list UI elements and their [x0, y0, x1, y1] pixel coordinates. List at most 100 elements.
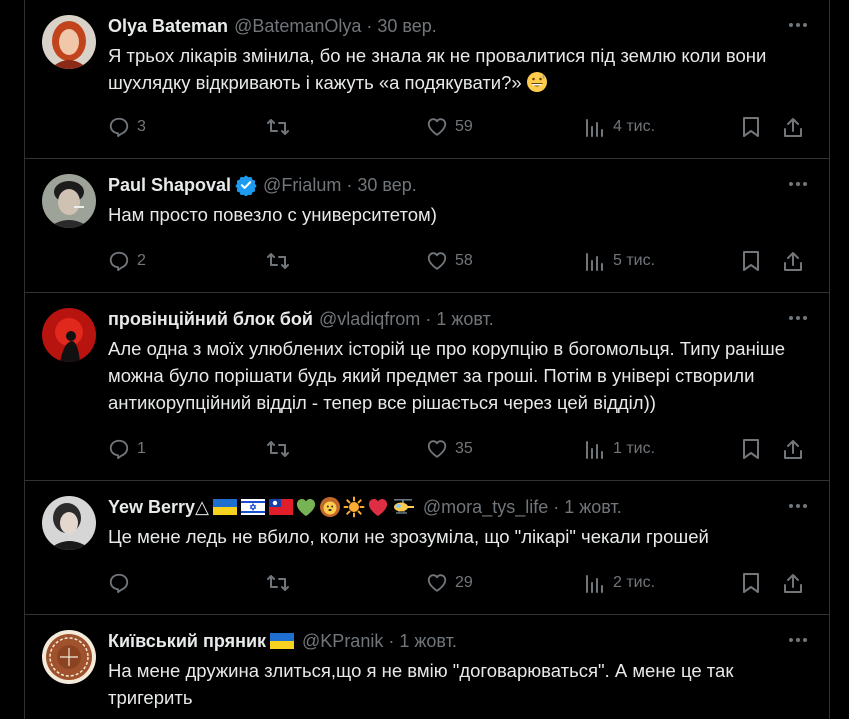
tweet-date[interactable]: 1 жовт. — [436, 309, 493, 330]
share-icon — [784, 440, 802, 459]
share-button[interactable] — [782, 570, 804, 596]
repost-icon — [267, 119, 289, 135]
tweet-text: Я трьох лікарів змінила, бо не знала як … — [108, 42, 811, 100]
tweet-header: Київський пряник @KPranik · 1 жовт. — [108, 629, 811, 653]
views-button[interactable]: 4 тис. — [584, 114, 655, 140]
views-count: 4 тис. — [613, 118, 656, 135]
avatar[interactable] — [42, 174, 96, 228]
reply-icon — [109, 439, 129, 460]
analytics-icon — [586, 253, 603, 271]
tweet[interactable]: провінційний блок бой @vladiqfrom · 1 жо… — [25, 293, 829, 481]
reply-button[interactable]: 2 — [108, 248, 146, 274]
views-button[interactable]: 2 тис. — [584, 570, 655, 596]
more-options-button[interactable] — [785, 305, 811, 331]
reply-count: 3 — [137, 118, 146, 135]
separator-dot: · — [388, 630, 395, 651]
repost-icon — [267, 441, 289, 457]
reply-icon — [109, 573, 129, 594]
views-count: 2 тис. — [613, 574, 656, 591]
avatar[interactable] — [42, 15, 96, 69]
tweet[interactable]: Paul Shapoval @Frialum · 30 вер. Нам про… — [25, 159, 829, 293]
tweet-actions: 29 2 тис. — [108, 570, 811, 596]
author-name[interactable]: Paul Shapoval — [108, 175, 231, 196]
repost-button[interactable] — [266, 570, 297, 596]
share-button[interactable] — [782, 248, 804, 274]
tweet-text: Нам просто повезло с университетом) — [108, 204, 437, 225]
more-options-button[interactable] — [785, 171, 811, 197]
repost-button[interactable] — [266, 114, 297, 140]
like-count: 59 — [455, 118, 473, 135]
more-options-button[interactable] — [785, 627, 811, 653]
analytics-icon — [586, 575, 603, 593]
like-button[interactable]: 35 — [426, 436, 473, 462]
tweet-date[interactable]: 1 жовт. — [564, 497, 621, 518]
heart-icon — [427, 440, 447, 458]
views-count: 5 тис. — [613, 252, 656, 269]
sun-icon — [343, 496, 365, 518]
reply-button[interactable]: 3 — [108, 114, 146, 140]
author-handle[interactable]: @vladiqfrom — [319, 309, 420, 330]
author-name[interactable]: провінційний блок бой — [108, 309, 313, 330]
bookmark-button[interactable] — [741, 248, 761, 274]
author-handle[interactable]: @mora_tys_life — [423, 497, 548, 518]
analytics-icon — [586, 119, 603, 137]
repost-icon — [267, 575, 289, 591]
share-button[interactable] — [782, 436, 804, 462]
tweet-actions: 1 35 1 тис. — [108, 436, 811, 462]
more-options-button[interactable] — [785, 12, 811, 38]
views-button[interactable]: 1 тис. — [584, 436, 655, 462]
tweet[interactable]: Київський пряник @KPranik · 1 жовт. На м… — [25, 615, 829, 719]
separator-dot: · — [425, 308, 432, 329]
separator-dot: · — [346, 174, 353, 195]
like-count: 29 — [455, 574, 473, 591]
separator-dot: · — [553, 496, 560, 517]
bookmark-button[interactable] — [741, 436, 761, 462]
author-name-suffix: △ — [195, 496, 209, 517]
avatar[interactable] — [42, 630, 96, 684]
tweet-text: Але одна з моїх улюблених історій це про… — [108, 338, 791, 413]
tweet-header: провінційний блок бой @vladiqfrom · 1 жо… — [108, 307, 811, 331]
tweet-header: Paul Shapoval @Frialum · 30 вер. — [108, 173, 811, 197]
more-options-button[interactable] — [785, 493, 811, 519]
author-handle[interactable]: @BatemanOlya — [234, 16, 361, 37]
author-name[interactable]: Yew Berry — [108, 497, 195, 518]
reply-icon — [109, 251, 129, 272]
flag-taiwan-icon — [268, 499, 293, 515]
flag-ukraine-icon — [212, 499, 237, 515]
reply-button[interactable] — [108, 570, 137, 596]
tweet-date[interactable]: 30 вер. — [357, 175, 416, 196]
views-button[interactable]: 5 тис. — [584, 248, 655, 274]
bookmark-icon — [743, 251, 759, 271]
tweet-date[interactable]: 30 вер. — [377, 16, 436, 37]
heart-icon — [427, 252, 447, 270]
author-handle[interactable]: @KPranik — [302, 631, 383, 652]
bookmark-icon — [743, 573, 759, 593]
author-name[interactable]: Olya Bateman — [108, 16, 228, 37]
tweet-date[interactable]: 1 жовт. — [399, 631, 456, 652]
reply-button[interactable]: 1 — [108, 436, 146, 462]
share-icon — [784, 252, 802, 271]
tweet[interactable]: Yew Berry △ @mora_tys_life · 1 жовт. Це … — [25, 481, 829, 615]
share-icon — [784, 118, 802, 137]
avatar[interactable] — [42, 308, 96, 362]
like-button[interactable]: 59 — [426, 114, 473, 140]
like-button[interactable]: 58 — [426, 248, 473, 274]
tweet[interactable]: Olya Bateman @BatemanOlya · 30 вер. Я тр… — [25, 0, 829, 159]
heart-icon — [427, 118, 447, 136]
author-name[interactable]: Київський пряник — [108, 631, 266, 652]
author-handle[interactable]: @Frialum — [263, 175, 341, 196]
repost-button[interactable] — [266, 248, 297, 274]
like-button[interactable]: 29 — [426, 570, 473, 596]
more-horizontal-icon — [789, 638, 807, 642]
bookmark-button[interactable] — [741, 114, 761, 140]
reply-count: 2 — [137, 252, 146, 269]
repost-button[interactable] — [266, 436, 297, 462]
repost-icon — [267, 253, 289, 269]
bookmark-button[interactable] — [741, 570, 761, 596]
avatar[interactable] — [42, 496, 96, 550]
tweet-text: На мене дружина злиться,що я не вмію "до… — [108, 660, 739, 708]
red-heart-icon — [367, 497, 389, 517]
share-button[interactable] — [782, 114, 804, 140]
tweet-header: Olya Bateman @BatemanOlya · 30 вер. — [108, 14, 811, 38]
lion-face-icon — [319, 496, 341, 518]
